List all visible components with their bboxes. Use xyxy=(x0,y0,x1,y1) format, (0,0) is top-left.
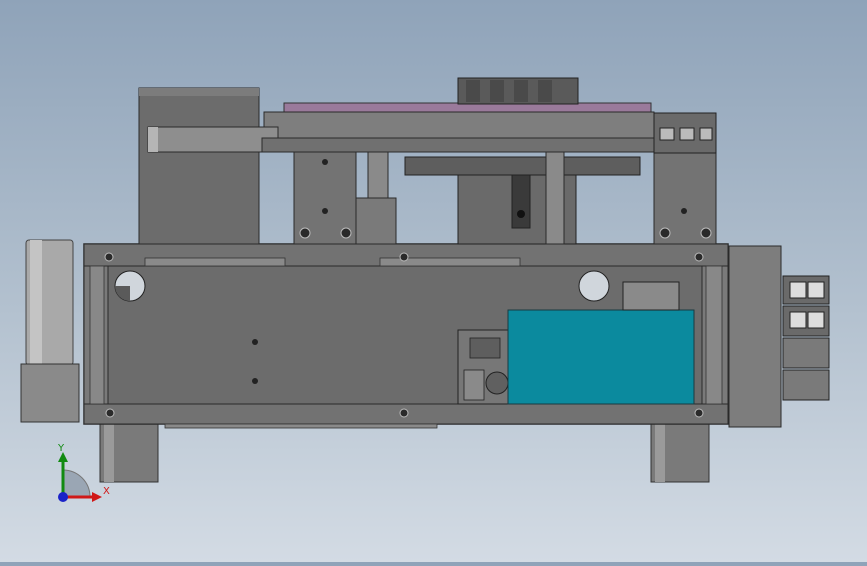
axis-triad xyxy=(58,452,102,502)
right-end-plate xyxy=(728,245,782,428)
left-guide-cylinder xyxy=(25,239,74,366)
inner-bracket xyxy=(457,329,509,405)
left-bracket-block xyxy=(20,363,80,423)
z-axis-dot xyxy=(58,492,68,502)
teal-block xyxy=(507,309,695,405)
center-slider xyxy=(404,151,641,245)
right-side-rail xyxy=(705,265,723,405)
x-axis-label: X xyxy=(103,486,110,497)
y-axis-label: Y xyxy=(58,443,65,454)
cad-viewport[interactable]: Y X xyxy=(0,0,867,562)
small-cap xyxy=(622,281,680,311)
top-clamp xyxy=(457,77,579,105)
left-motor-block xyxy=(138,87,260,245)
right-carriage xyxy=(653,151,717,245)
right-foot-cylinder xyxy=(650,421,710,483)
small-side-plate xyxy=(355,197,397,245)
right-top-fittings xyxy=(653,112,717,154)
model-canvas[interactable] xyxy=(0,0,867,562)
connector-stack xyxy=(782,275,830,401)
left-foot-cylinder xyxy=(99,421,159,483)
left-carriage xyxy=(293,151,357,245)
left-side-rail xyxy=(89,265,105,405)
